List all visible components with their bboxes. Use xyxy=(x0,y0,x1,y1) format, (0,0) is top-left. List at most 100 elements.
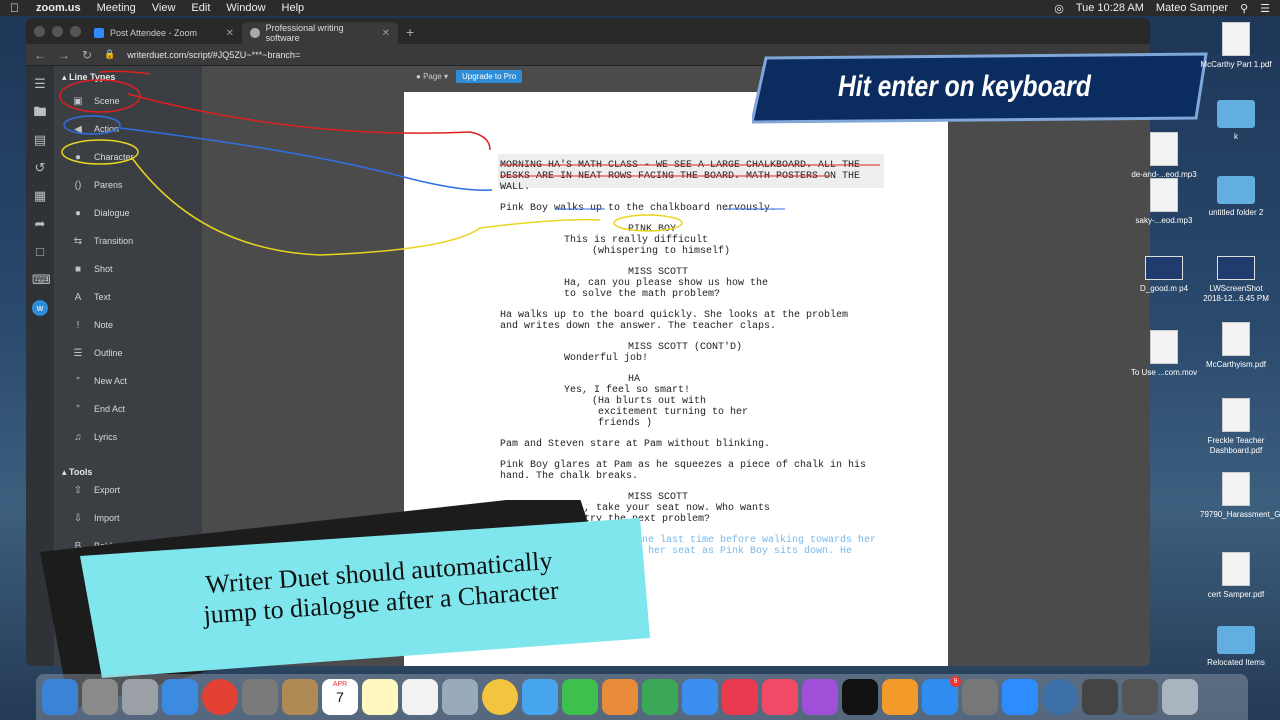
close-tab-icon[interactable]: ✕ xyxy=(226,28,234,39)
script-line[interactable]: and writes down the answer. The teacher … xyxy=(500,321,776,332)
maps-icon[interactable] xyxy=(442,679,478,715)
menu-help[interactable]: Help xyxy=(282,2,305,14)
zoom-icon[interactable] xyxy=(1002,679,1038,715)
forward-icon[interactable]: → xyxy=(58,48,70,62)
upgrade-to-pro-button[interactable]: Upgrade to Pro xyxy=(456,70,523,83)
scene-heading-line[interactable]: DESKS ARE IN NEAT ROWS FACING THE BOARD.… xyxy=(500,171,860,182)
menu-window[interactable]: Window xyxy=(226,2,265,14)
menu-meeting[interactable]: Meeting xyxy=(97,2,136,14)
line-type-text[interactable]: A Text xyxy=(54,283,202,311)
menu-edit[interactable]: Edit xyxy=(191,2,210,14)
apple-tv-icon[interactable] xyxy=(842,679,878,715)
script-line[interactable]: PINK BOY xyxy=(628,224,676,235)
maximize-window-button[interactable] xyxy=(70,26,81,37)
contacts-icon[interactable] xyxy=(282,679,318,715)
grid-icon[interactable]: ▦ xyxy=(32,188,48,204)
document-icon[interactable]: ▤ xyxy=(32,132,48,148)
hamburger-menu-icon[interactable]: ☰ xyxy=(32,76,48,92)
final-cut-icon[interactable] xyxy=(1082,679,1118,715)
messages-icon[interactable] xyxy=(522,679,558,715)
script-line[interactable]: MISS SCOTT (CONT'D) xyxy=(628,342,742,353)
books-icon[interactable] xyxy=(882,679,918,715)
safari-icon[interactable] xyxy=(162,679,198,715)
script-line[interactable]: Ha, can you please show us how the xyxy=(564,278,768,289)
wifi-icon[interactable]: ◎ xyxy=(1054,2,1064,15)
script-line[interactable]: MISS SCOTT xyxy=(628,267,688,278)
desktop-file-icon[interactable]: D_good.m p4 xyxy=(1128,256,1200,294)
keyboard-icon[interactable]: ⌨ xyxy=(32,272,51,288)
line-type-dialogue[interactable]: ● Dialogue xyxy=(54,199,202,227)
reminders-icon[interactable] xyxy=(402,679,438,715)
line-type-lyrics[interactable]: ♫ Lyrics xyxy=(54,423,202,451)
line-type-action[interactable]: ◀ Action xyxy=(54,115,202,143)
line-type-scene[interactable]: ▣ Scene xyxy=(54,87,202,115)
script-line[interactable]: to solve the math problem? xyxy=(564,289,720,300)
music-icon[interactable] xyxy=(762,679,798,715)
desktop-file-icon[interactable]: LWScreenShot 2018-12...6.45 PM xyxy=(1200,256,1272,304)
siri-icon[interactable] xyxy=(82,679,118,715)
script-line[interactable]: (whispering to himself) xyxy=(592,246,730,257)
back-icon[interactable]: ← xyxy=(34,48,46,62)
tab-writerduet[interactable]: Professional writing software ✕ xyxy=(242,22,398,44)
calendar-icon[interactable]: APR 7 xyxy=(322,679,358,715)
page-view-dropdown[interactable]: ● Page ▾ xyxy=(416,72,448,81)
line-types-title[interactable]: ▴ Line Types xyxy=(54,66,202,87)
reload-icon[interactable]: ↻ xyxy=(82,48,92,62)
facetime-icon[interactable] xyxy=(562,679,598,715)
script-line[interactable]: excitement turning to her xyxy=(592,407,748,418)
share-arrow-icon[interactable]: ➦ xyxy=(32,216,48,232)
minimize-window-button[interactable] xyxy=(52,26,63,37)
desktop-file-icon[interactable]: McCarthy Part 1.pdf xyxy=(1200,22,1272,70)
script-line[interactable]: hand. The chalk breaks. xyxy=(500,471,638,482)
line-type-new-act[interactable]: ” New Act xyxy=(54,367,202,395)
news-icon[interactable] xyxy=(722,679,758,715)
desktop-file-icon[interactable]: cert Samper.pdf xyxy=(1200,552,1272,600)
menu-app-name[interactable]: zoom.us xyxy=(36,2,81,14)
scene-heading-line[interactable]: MORNING HA'S MATH CLASS - WE SEE A LARGE… xyxy=(500,160,860,171)
system-preferences-icon[interactable] xyxy=(962,679,998,715)
script-line[interactable]: Yes, I feel so smart! xyxy=(564,385,690,396)
search-icon[interactable]: ⚲ xyxy=(1240,2,1248,15)
desktop-file-icon[interactable]: k xyxy=(1200,100,1272,142)
folder-icon[interactable]: 🖿 xyxy=(32,104,48,120)
script-line[interactable]: This is really difficult xyxy=(564,235,708,246)
mail-icon[interactable] xyxy=(242,679,278,715)
chrome-icon[interactable] xyxy=(202,679,238,715)
line-type-shot[interactable]: ■ Shot xyxy=(54,255,202,283)
desktop-file-icon[interactable]: McCarthyism.pdf xyxy=(1200,322,1272,370)
keynote-icon[interactable] xyxy=(682,679,718,715)
script-line[interactable]: HA xyxy=(628,374,640,385)
desktop-file-icon[interactable]: untitled folder 2 xyxy=(1200,176,1272,218)
script-line[interactable]: Pam and Steven stare at Pam without blin… xyxy=(500,439,770,450)
close-window-button[interactable] xyxy=(34,26,45,37)
new-tab-icon[interactable]: + xyxy=(398,24,422,44)
line-type-note[interactable]: ! Note xyxy=(54,311,202,339)
app-store-icon[interactable]: 9 xyxy=(922,676,961,715)
user-name[interactable]: Mateo Samper xyxy=(1156,2,1228,14)
pages-icon[interactable] xyxy=(602,679,638,715)
screen-recorder-icon[interactable] xyxy=(1042,679,1078,715)
chat-icon[interactable]: □ xyxy=(32,244,48,260)
control-center-icon[interactable]: ☰ xyxy=(1260,2,1270,15)
apple-icon[interactable]:  xyxy=(10,1,24,15)
desktop-file-icon[interactable]: Freckle Teacher Dashboard.pdf xyxy=(1200,398,1272,456)
desktop-file-icon[interactable]: To Use ...com.mov xyxy=(1128,330,1200,378)
trash-icon[interactable] xyxy=(1162,679,1198,715)
url-field[interactable]: writerduet.com/script/#JQ5ZU~***~branch= xyxy=(127,50,300,60)
notes-icon[interactable] xyxy=(362,679,398,715)
screen-window-icon[interactable] xyxy=(1122,679,1158,715)
script-line[interactable]: Wonderful job! xyxy=(564,353,648,364)
line-type-transition[interactable]: ⇆ Transition xyxy=(54,227,202,255)
line-type-character[interactable]: ● Character xyxy=(54,143,202,171)
line-type-outline[interactable]: ☰ Outline xyxy=(54,339,202,367)
desktop-file-icon[interactable]: saky-...eod.mp3 xyxy=(1128,178,1200,226)
numbers-icon[interactable] xyxy=(642,679,678,715)
photos-icon[interactable] xyxy=(482,679,518,715)
launchpad-icon[interactable] xyxy=(122,679,158,715)
script-line[interactable]: Pink Boy walks up to the chalkboard nerv… xyxy=(500,203,776,214)
script-line[interactable]: (Ha blurts out with xyxy=(592,396,706,407)
line-type-parens[interactable]: () Parens xyxy=(54,171,202,199)
desktop-file-icon[interactable]: de-and-...eod.mp3 xyxy=(1128,132,1200,180)
script-line[interactable]: Ha walks up to the board quickly. She lo… xyxy=(500,310,848,321)
podcasts-icon[interactable] xyxy=(802,679,838,715)
